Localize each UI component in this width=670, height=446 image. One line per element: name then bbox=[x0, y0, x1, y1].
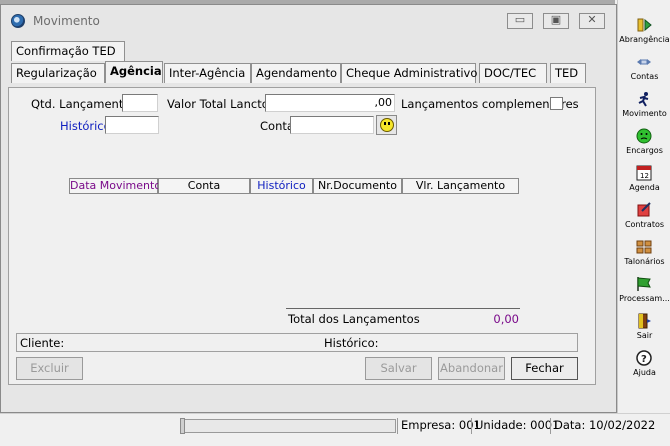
tab-agendamento[interactable]: Agendamento bbox=[251, 63, 341, 83]
historico-label: Histórico bbox=[60, 119, 111, 133]
toolbar-label: Talonários bbox=[624, 257, 665, 266]
toolbar-ajuda[interactable]: ? Ajuda bbox=[618, 347, 670, 384]
app-icon bbox=[11, 14, 25, 28]
contas-icon bbox=[637, 59, 651, 65]
window-title: Movimento bbox=[33, 14, 100, 28]
tab-label: Regularização bbox=[16, 66, 97, 80]
smiley-icon bbox=[380, 118, 394, 132]
minimize-button[interactable]: ▭ bbox=[507, 13, 533, 29]
conta-search-button[interactable] bbox=[376, 115, 397, 135]
restore-icon: ▣ bbox=[550, 13, 562, 26]
toolbar-encargos[interactable]: Encargos bbox=[618, 125, 670, 162]
toolbar-movimento[interactable]: Movimento bbox=[618, 88, 670, 125]
toolbar-label: Sair bbox=[636, 331, 653, 340]
status-bar: Empresa: 001 Unidade: 0001 Data: 10/02/2… bbox=[0, 413, 670, 446]
minimize-icon: ▭ bbox=[514, 13, 526, 26]
lancamentos-complementares-checkbox[interactable] bbox=[550, 97, 563, 110]
tab-label: Confirmação TED bbox=[16, 44, 116, 58]
help-icon: ? bbox=[636, 350, 652, 366]
svg-text:12: 12 bbox=[640, 172, 649, 180]
total-lancamentos-label: Total dos Lançamentos bbox=[288, 312, 420, 326]
tab-cheque-administrativo[interactable]: Cheque Administrativo bbox=[341, 63, 478, 83]
restore-button[interactable]: ▣ bbox=[543, 13, 569, 29]
door-icon bbox=[638, 313, 651, 329]
qtd-lancamentos-input[interactable] bbox=[122, 94, 158, 112]
toolbar-label: Contas bbox=[630, 72, 659, 81]
toolbar-label: Abrangência bbox=[619, 35, 670, 44]
conta-label: Conta bbox=[260, 119, 294, 133]
column-historico[interactable]: Histórico bbox=[250, 178, 313, 194]
tab-regularizacao[interactable]: Regularização bbox=[11, 63, 105, 83]
toolbar-contratos[interactable]: Contratos bbox=[618, 199, 670, 236]
tab-label: Agência bbox=[110, 64, 162, 78]
toolbar-label: Contratos bbox=[624, 220, 665, 229]
tab-label: Inter-Agência bbox=[169, 66, 246, 80]
toolbar-label: Ajuda bbox=[633, 368, 656, 377]
valor-total-input[interactable]: ,00 bbox=[265, 94, 395, 112]
tab-doc-tec[interactable]: DOC/TEC bbox=[479, 63, 547, 83]
totals-divider bbox=[286, 308, 520, 309]
cliente-label: Cliente: bbox=[20, 336, 65, 350]
movimento-window: Movimento ▭ ▣ ✕ Confirmação TED Regulari… bbox=[0, 4, 617, 413]
historico-input[interactable] bbox=[105, 116, 159, 134]
toolbar-agenda[interactable]: 12 Agenda bbox=[618, 162, 670, 199]
toolbar-talonarios[interactable]: Talonários bbox=[618, 236, 670, 273]
status-data: Data: 10/02/2022 bbox=[550, 418, 655, 434]
close-button[interactable]: ✕ bbox=[579, 13, 605, 29]
flag-icon bbox=[637, 277, 651, 291]
checkbook-icon bbox=[636, 240, 652, 254]
valor-total-label: Valor Total Lanctos. bbox=[167, 97, 279, 111]
running-man-icon bbox=[638, 92, 649, 107]
salvar-button[interactable]: Salvar bbox=[365, 357, 432, 380]
status-empresa: Empresa: 001 bbox=[397, 418, 481, 434]
tab-agencia[interactable]: Agência bbox=[105, 61, 163, 83]
column-vlr-lancamento[interactable]: Vlr. Lançamento bbox=[402, 178, 519, 194]
column-nr-documento[interactable]: Nr.Documento bbox=[313, 178, 402, 194]
status-unidade: Unidade: 0001 bbox=[471, 418, 559, 434]
tab-label: TED bbox=[555, 66, 579, 80]
contract-icon bbox=[637, 202, 651, 217]
total-lancamentos-value: 0,00 bbox=[493, 312, 519, 326]
historico-info-label: Histórico: bbox=[324, 336, 379, 350]
svg-text:?: ? bbox=[641, 354, 647, 365]
smiley-icon bbox=[636, 128, 652, 144]
abandonar-button[interactable]: Abandonar bbox=[438, 357, 505, 380]
fechar-button[interactable]: Fechar bbox=[511, 357, 578, 380]
excluir-button[interactable]: Excluir bbox=[16, 357, 83, 380]
conta-input[interactable] bbox=[290, 116, 374, 134]
toolbar-processamento[interactable]: Processam... bbox=[618, 273, 670, 310]
toolbar-label: Movimento bbox=[622, 109, 667, 118]
status-scroll-track[interactable] bbox=[180, 419, 396, 433]
tab-confirmacao-ted[interactable]: Confirmação TED bbox=[11, 41, 125, 61]
tab-ted[interactable]: TED bbox=[550, 63, 586, 83]
toolbar-abrangencia[interactable]: Abrangência bbox=[618, 14, 670, 51]
status-scroll-thumb[interactable] bbox=[180, 418, 185, 434]
qtd-lancamentos-label: Qtd. Lançamentos bbox=[31, 97, 137, 111]
calendar-icon: 12 bbox=[636, 165, 652, 181]
column-data-movimento[interactable]: Data Movimento bbox=[69, 178, 161, 194]
close-icon: ✕ bbox=[587, 13, 597, 26]
tab-label: DOC/TEC bbox=[484, 66, 537, 80]
tab-label: Cheque Administrativo bbox=[346, 66, 478, 80]
title-bar[interactable]: Movimento ▭ ▣ ✕ bbox=[1, 5, 616, 35]
toolbar-sair[interactable]: Sair bbox=[618, 310, 670, 347]
toolbar-contas[interactable]: Contas bbox=[618, 51, 670, 88]
info-bar bbox=[16, 333, 578, 352]
right-toolbar: Abrangência Contas Movimento Encargos 12… bbox=[617, 0, 670, 413]
column-conta[interactable]: Conta bbox=[158, 178, 250, 194]
tab-label: Agendamento bbox=[256, 66, 337, 80]
abrangencia-icon bbox=[637, 18, 652, 32]
toolbar-label: Agenda bbox=[629, 183, 660, 192]
tab-inter-agencia[interactable]: Inter-Agência bbox=[164, 63, 251, 83]
toolbar-label: Encargos bbox=[626, 146, 663, 155]
toolbar-label: Processam... bbox=[619, 294, 670, 303]
